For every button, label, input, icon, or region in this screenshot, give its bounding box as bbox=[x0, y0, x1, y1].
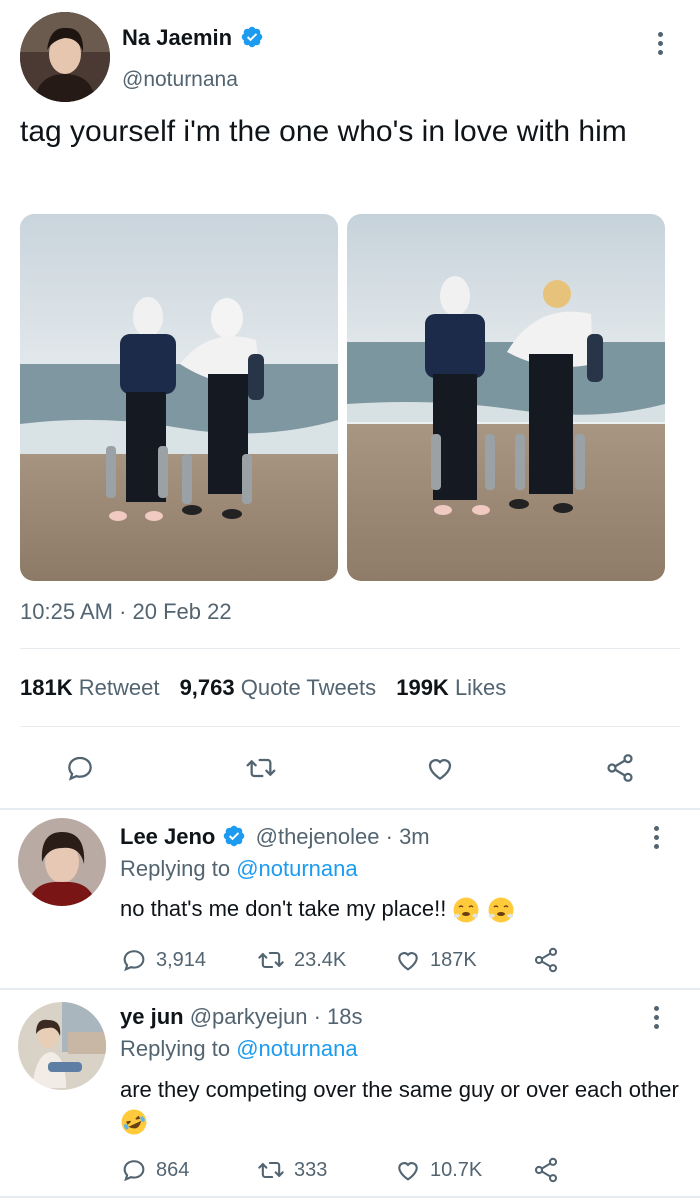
beach-photo-image bbox=[347, 214, 665, 581]
reply-text: no that's me don't take my place!! bbox=[120, 896, 447, 921]
reply-count: 3,914 bbox=[156, 948, 207, 971]
verified-badge-icon bbox=[223, 825, 244, 847]
retweets-label: Retweet bbox=[78, 675, 160, 700]
share-icon bbox=[534, 1157, 558, 1183]
tweet-timestamp[interactable]: 10:25 AM · 20 Feb 22 bbox=[20, 598, 232, 626]
retweet-icon bbox=[258, 951, 284, 969]
likes-stat[interactable]: 199K Likes bbox=[396, 675, 506, 700]
tweet-text: tag yourself i'm the one who's in love w… bbox=[20, 115, 627, 148]
tweet-photo-1[interactable] bbox=[20, 214, 338, 581]
avatar-photo bbox=[20, 12, 110, 102]
more-options-icon[interactable] bbox=[656, 32, 664, 55]
divider bbox=[0, 1196, 700, 1198]
retweet-icon[interactable] bbox=[244, 752, 278, 789]
tweet-photo-2[interactable] bbox=[347, 214, 665, 581]
reply-author-handle[interactable]: @parkyejun bbox=[190, 1004, 308, 1029]
reply-icon bbox=[123, 1160, 145, 1182]
share-icon bbox=[534, 947, 558, 973]
share-icon[interactable] bbox=[604, 752, 636, 789]
author-name[interactable]: Na Jaemin bbox=[122, 25, 232, 50]
replying-to-handle[interactable]: @noturnana bbox=[236, 1036, 357, 1061]
reply-action[interactable]: 864 bbox=[120, 1156, 189, 1184]
reply-time: · 3m bbox=[385, 824, 430, 849]
retweet-action[interactable]: 23.4K bbox=[256, 946, 346, 974]
reply-icon bbox=[123, 950, 145, 972]
retweets-stat[interactable]: 181K Retweet bbox=[20, 675, 166, 700]
reply-text: are they competing over the same guy or … bbox=[120, 1077, 679, 1102]
author-handle[interactable]: @noturnana bbox=[122, 66, 238, 94]
avatar-photo bbox=[18, 818, 106, 906]
reply-action[interactable]: 3,914 bbox=[120, 946, 206, 974]
more-options-icon[interactable] bbox=[652, 1006, 660, 1029]
retweets-count: 181K bbox=[20, 675, 73, 700]
reply-count: 864 bbox=[156, 1158, 190, 1181]
reply-author-name[interactable]: ye jun bbox=[120, 1004, 184, 1029]
huffing-face-emoji-icon bbox=[488, 897, 514, 923]
reply-avatar[interactable] bbox=[18, 818, 106, 906]
retweet-icon bbox=[258, 1161, 284, 1179]
replying-to-label: Replying to bbox=[120, 856, 231, 881]
verified-badge-icon bbox=[241, 26, 263, 48]
tweet-stats: 181K Retweet 9,763 Quote Tweets 199K Lik… bbox=[20, 674, 506, 702]
like-action[interactable]: 10.7K bbox=[394, 1156, 482, 1184]
quotes-stat[interactable]: 9,763 Quote Tweets bbox=[180, 675, 383, 700]
like-icon[interactable] bbox=[424, 752, 456, 789]
retweet-count: 23.4K bbox=[294, 948, 347, 971]
author-avatar[interactable] bbox=[20, 12, 110, 102]
divider bbox=[0, 808, 700, 810]
reply-avatar[interactable] bbox=[18, 1002, 106, 1090]
replying-to-label: Replying to bbox=[120, 1036, 231, 1061]
huffing-face-emoji-icon bbox=[453, 897, 479, 923]
reply-author-name[interactable]: Lee Jeno bbox=[120, 824, 215, 849]
share-action[interactable] bbox=[532, 946, 560, 974]
replying-to-handle[interactable]: @noturnana bbox=[236, 856, 357, 881]
likes-count: 199K bbox=[396, 675, 449, 700]
like-count: 10.7K bbox=[430, 1158, 483, 1181]
divider bbox=[20, 648, 680, 649]
share-action[interactable] bbox=[532, 1156, 560, 1184]
rolling-laughing-emoji-icon bbox=[121, 1109, 147, 1135]
likes-label: Likes bbox=[454, 675, 507, 700]
divider bbox=[0, 988, 700, 990]
reply-author-handle[interactable]: @thejenolee bbox=[256, 824, 380, 849]
like-count: 187K bbox=[430, 948, 477, 971]
like-icon bbox=[398, 952, 418, 971]
more-options-icon[interactable] bbox=[652, 826, 660, 849]
retweet-count: 333 bbox=[294, 1158, 328, 1181]
avatar-photo bbox=[18, 1002, 106, 1090]
quotes-count: 9,763 bbox=[179, 675, 235, 700]
like-icon bbox=[398, 1162, 418, 1181]
beach-photo-image bbox=[20, 214, 338, 581]
like-action[interactable]: 187K bbox=[394, 946, 477, 974]
quotes-label: Quote Tweets bbox=[240, 675, 377, 700]
reply-time: · 18s bbox=[313, 1004, 363, 1029]
reply-icon[interactable] bbox=[64, 752, 96, 789]
retweet-action[interactable]: 333 bbox=[256, 1156, 327, 1184]
divider bbox=[20, 726, 680, 727]
